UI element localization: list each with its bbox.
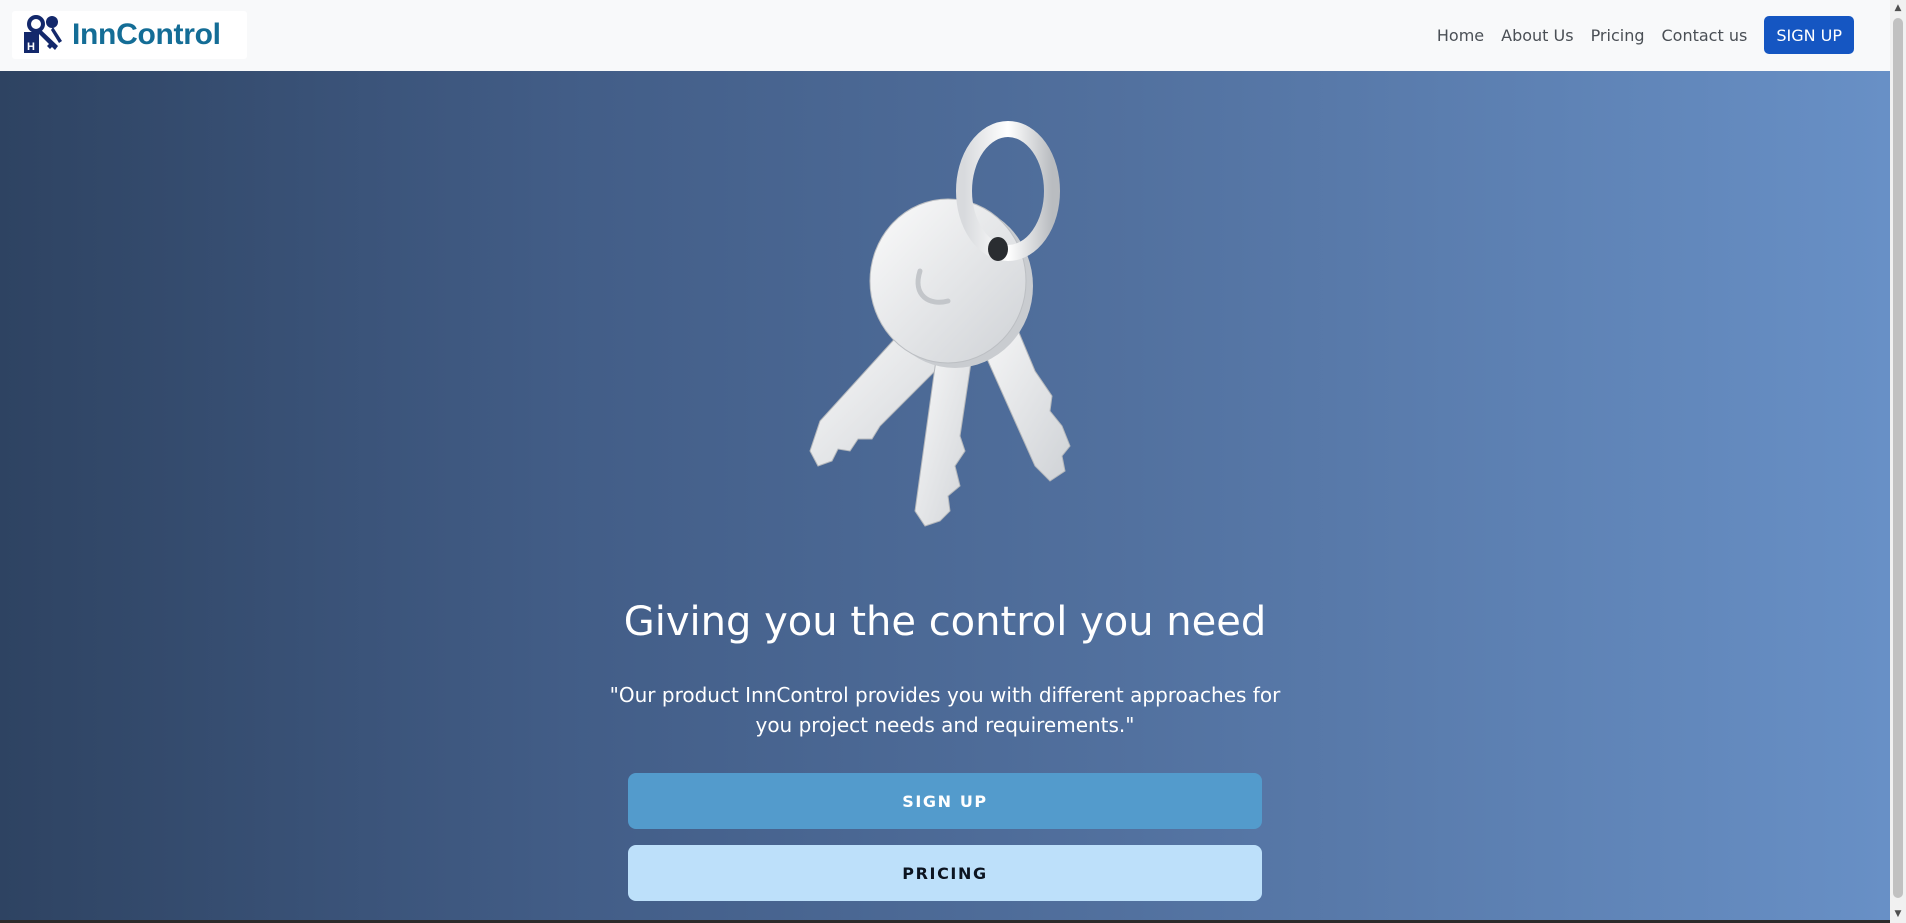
- key-house-logo-icon: H: [24, 15, 62, 53]
- scroll-down-icon[interactable]: ▼: [1890, 906, 1906, 923]
- nav-link-about-us[interactable]: About Us: [1501, 26, 1573, 45]
- scroll-thumb[interactable]: [1893, 18, 1903, 898]
- top-navbar: H InnControl Home About Us Pricing Conta…: [0, 0, 1890, 71]
- svg-text:H: H: [27, 41, 35, 53]
- hero-section: Giving you the control you need "Our pro…: [0, 71, 1890, 920]
- hero-quote: "Our product InnControl provides you wit…: [609, 683, 1281, 737]
- hero-signup-button[interactable]: SIGN UP: [628, 773, 1262, 829]
- nav-links: Home About Us Pricing Contact us SIGN UP: [1420, 16, 1854, 54]
- vertical-scrollbar[interactable]: ▲ ▼: [1890, 0, 1906, 923]
- brand[interactable]: H InnControl: [12, 11, 247, 59]
- nav-link-pricing[interactable]: Pricing: [1591, 26, 1645, 45]
- keys-icon: [809, 121, 1071, 527]
- hero-title: Giving you the control you need: [623, 599, 1267, 645]
- brand-name: InnControl: [72, 18, 221, 51]
- nav-signup-button[interactable]: SIGN UP: [1764, 16, 1854, 54]
- hero-pricing-button[interactable]: PRICING: [628, 845, 1262, 901]
- scroll-up-icon[interactable]: ▲: [1890, 0, 1906, 17]
- nav-link-home[interactable]: Home: [1437, 26, 1484, 45]
- nav-link-contact-us[interactable]: Contact us: [1662, 26, 1748, 45]
